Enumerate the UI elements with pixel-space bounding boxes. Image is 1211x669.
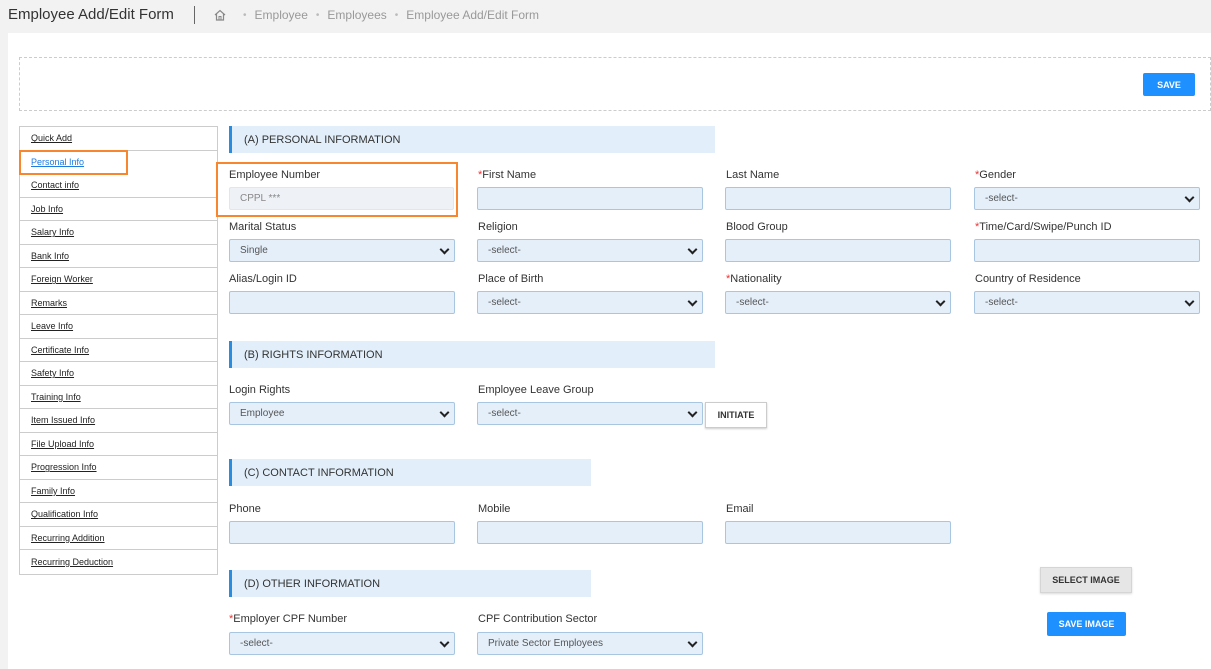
sidebar-item-family-info[interactable]: Family Info [20, 480, 217, 503]
sidebar-item-recurring-deduction[interactable]: Recurring Deduction [20, 550, 217, 574]
religion-select[interactable]: -select- [477, 239, 703, 262]
sidebar-item-contact-info[interactable]: Contact info [20, 174, 217, 198]
country-of-residence-label: Country of Residence [975, 273, 1081, 285]
top-bar: Employee Add/Edit Form • Employee • Empl… [0, 0, 1211, 32]
sidebar-item-qualification-info[interactable]: Qualification Info [20, 503, 217, 527]
first-name-label: *First Name [478, 169, 537, 181]
blood-group-label: Blood Group [726, 221, 788, 233]
mobile-label: Mobile [478, 503, 511, 515]
breadcrumb-item-employees[interactable]: Employees [327, 8, 386, 22]
place-of-birth-select[interactable]: -select- [477, 291, 703, 314]
phone-label: Phone [229, 503, 261, 515]
blood-group-field[interactable] [725, 239, 951, 262]
sidebar-nav: Quick Add Personal Info Contact info Job… [19, 126, 218, 575]
breadcrumb-separator: • [394, 9, 399, 21]
cpf-number-label: *Employer CPF Number [229, 613, 347, 625]
cpf-number-select[interactable]: -select- [229, 632, 455, 655]
sidebar-item-recurring-addition[interactable]: Recurring Addition [20, 527, 217, 550]
leave-group-select[interactable]: -select- [477, 402, 703, 425]
email-field[interactable] [725, 521, 951, 544]
sidebar-item-quick-add[interactable]: Quick Add [20, 127, 217, 151]
religion-label: Religion [478, 221, 518, 233]
select-image-button[interactable]: SELECT IMAGE [1040, 567, 1132, 593]
sidebar-item-safety-info[interactable]: Safety Info [20, 362, 217, 386]
employee-number-field: CPPL *** [229, 187, 454, 210]
country-of-residence-select[interactable]: -select- [974, 291, 1200, 314]
save-bar: SAVE [19, 57, 1211, 111]
sidebar-item-certificate-info[interactable]: Certificate Info [20, 339, 217, 362]
initiate-button[interactable]: INITIATE [705, 402, 767, 428]
nationality-label: *Nationality [726, 273, 782, 285]
punch-id-label: *Time/Card/Swipe/Punch ID [975, 221, 1112, 233]
section-heading-other: (D) OTHER INFORMATION [229, 570, 591, 597]
section-heading-rights: (B) RIGHTS INFORMATION [229, 341, 715, 368]
save-image-button[interactable]: SAVE IMAGE [1047, 612, 1126, 636]
sidebar-item-personal-info[interactable]: Personal Info [19, 149, 128, 175]
sidebar-item-progression-info[interactable]: Progression Info [20, 456, 217, 480]
breadcrumb-item-current: Employee Add/Edit Form [406, 8, 540, 22]
title-separator [194, 6, 195, 24]
mobile-field[interactable] [477, 521, 703, 544]
cpf-sector-label: CPF Contribution Sector [478, 613, 598, 625]
breadcrumb-item-employee[interactable]: Employee [255, 8, 308, 22]
first-name-field[interactable] [477, 187, 703, 210]
home-icon[interactable] [213, 8, 227, 22]
employee-number-label: Employee Number [229, 169, 321, 181]
breadcrumb-separator: • [315, 9, 320, 21]
last-name-label: Last Name [726, 169, 780, 181]
breadcrumb: • Employee • Employees • Employee Add/Ed… [213, 8, 539, 22]
marital-status-label: Marital Status [229, 221, 297, 233]
sidebar-item-training-info[interactable]: Training Info [20, 386, 217, 409]
login-rights-label: Login Rights [229, 384, 291, 396]
last-name-field[interactable] [725, 187, 951, 210]
gender-label: *Gender [975, 169, 1016, 181]
email-label: Email [726, 503, 754, 515]
breadcrumb-separator: • [243, 9, 247, 21]
punch-id-field[interactable] [974, 239, 1200, 262]
phone-field[interactable] [229, 521, 455, 544]
marital-status-select[interactable]: Single [229, 239, 455, 262]
sidebar-item-foreign-worker[interactable]: Foreign Worker [20, 268, 217, 292]
sidebar-item-salary-info[interactable]: Salary Info [20, 221, 217, 245]
gender-select[interactable]: -select- [974, 187, 1200, 210]
sidebar-item-file-upload-info[interactable]: File Upload Info [20, 433, 217, 456]
login-rights-select[interactable]: Employee [229, 402, 455, 425]
sidebar-item-leave-info[interactable]: Leave Info [20, 315, 217, 339]
sidebar-item-bank-info[interactable]: Bank Info [20, 245, 217, 268]
page-title: Employee Add/Edit Form [8, 6, 174, 23]
section-heading-contact: (C) CONTACT INFORMATION [229, 459, 591, 486]
alias-field[interactable] [229, 291, 455, 314]
save-button[interactable]: SAVE [1143, 73, 1195, 96]
cpf-sector-select[interactable]: Private Sector Employees [477, 632, 703, 655]
sidebar-item-item-issued-info[interactable]: Item Issued Info [20, 409, 217, 433]
place-of-birth-label: Place of Birth [478, 273, 544, 285]
sidebar-item-remarks[interactable]: Remarks [20, 292, 217, 315]
leave-group-label: Employee Leave Group [478, 384, 594, 396]
section-heading-personal: (A) PERSONAL INFORMATION [229, 126, 715, 153]
sidebar-item-job-info[interactable]: Job Info [20, 198, 217, 221]
nationality-select[interactable]: -select- [725, 291, 951, 314]
alias-label: Alias/Login ID [229, 273, 297, 285]
